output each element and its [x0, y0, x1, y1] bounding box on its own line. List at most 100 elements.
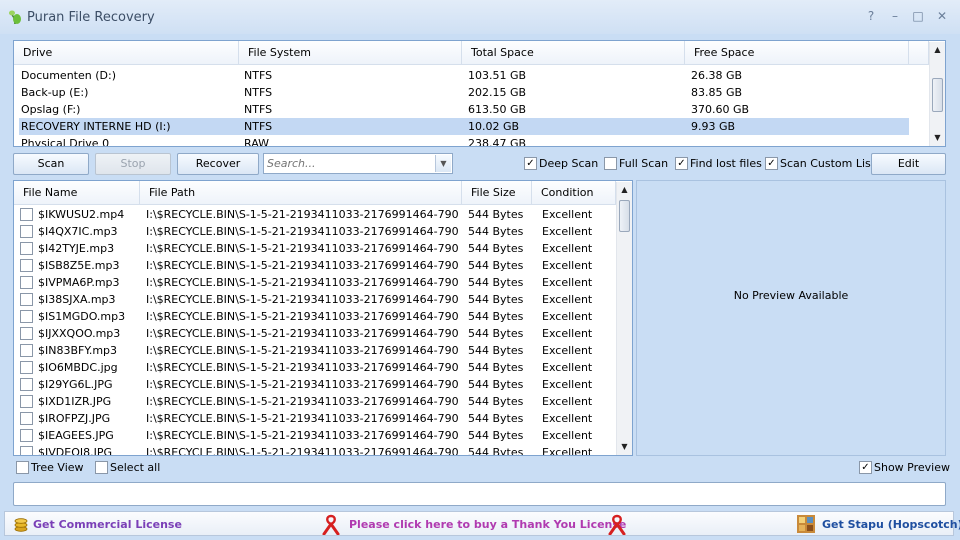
file-row[interactable]: $IS1MGDO.mp3 I:\$RECYCLE.BIN\S-1-5-21-219… [14, 308, 616, 325]
drive-total-space: 202.15 GB [468, 86, 527, 99]
find-lost-files-label[interactable]: Find lost files [690, 157, 762, 170]
file-row-checkbox[interactable] [20, 327, 33, 340]
file-row-checkbox[interactable] [20, 446, 33, 455]
scroll-down-arrow-icon[interactable]: ▼ [617, 439, 632, 454]
chevron-down-icon[interactable]: ▼ [435, 155, 451, 172]
full-scan-label[interactable]: Full Scan [619, 157, 668, 170]
select-all-checkbox[interactable] [95, 461, 108, 474]
file-row[interactable]: $IVDEOI8.JPG I:\$RECYCLE.BIN\S-1-5-21-219… [14, 444, 616, 456]
tree-view-label[interactable]: Tree View [31, 461, 84, 474]
scroll-up-arrow-icon[interactable]: ▲ [617, 182, 632, 197]
file-name: $IVPMA6P.mp3 [38, 276, 120, 289]
drive-free-space: 26.38 GB [691, 69, 743, 82]
deep-scan-checkbox[interactable]: ✓ [524, 157, 537, 170]
file-row-checkbox[interactable] [20, 344, 33, 357]
file-name: $IN83BFY.mp3 [38, 344, 118, 357]
search-combobox[interactable]: ▼ [263, 153, 453, 174]
file-row[interactable]: $IXD1IZR.JPG I:\$RECYCLE.BIN\S-1-5-21-219… [14, 393, 616, 410]
scan-custom-list-checkbox[interactable]: ✓ [765, 157, 778, 170]
file-row-checkbox[interactable] [20, 276, 33, 289]
drive-row[interactable]: Physical Drive 0 RAW 238.47 GB [14, 135, 909, 147]
drive-total-space: 103.51 GB [468, 69, 527, 82]
show-preview-label[interactable]: Show Preview [874, 461, 950, 474]
help-button[interactable]: ? [863, 9, 879, 23]
file-row[interactable]: $I38SJXA.mp3 I:\$RECYCLE.BIN\S-1-5-21-219… [14, 291, 616, 308]
search-input[interactable] [267, 156, 432, 171]
scroll-thumb[interactable] [619, 200, 630, 232]
file-path: I:\$RECYCLE.BIN\S-1-5-21-2193411033-2176… [146, 395, 458, 408]
file-list-scrollbar[interactable]: ▲ ▼ [616, 182, 632, 455]
file-row-checkbox[interactable] [20, 361, 33, 374]
file-condition: Excellent [542, 446, 593, 456]
drive-row[interactable]: Opslag (F:) NTFS 613.50 GB 370.60 GB [14, 101, 909, 118]
show-preview-checkbox[interactable]: ✓ [859, 461, 872, 474]
file-row[interactable]: $I42TYJE.mp3 I:\$RECYCLE.BIN\S-1-5-21-219… [14, 240, 616, 257]
get-stapu-link[interactable]: Get Stapu (Hopscotch) [822, 518, 960, 531]
minimize-button[interactable]: – [887, 9, 903, 23]
file-row-checkbox[interactable] [20, 242, 33, 255]
file-row[interactable]: $IVPMA6P.mp3 I:\$RECYCLE.BIN\S-1-5-21-219… [14, 274, 616, 291]
free-space-column-header[interactable]: Free Space [685, 41, 909, 65]
drive-column-header[interactable]: Drive [14, 41, 239, 65]
file-row[interactable]: $IEAGEES.JPG I:\$RECYCLE.BIN\S-1-5-21-219… [14, 427, 616, 444]
scroll-down-arrow-icon[interactable]: ▼ [930, 130, 945, 145]
file-row-checkbox[interactable] [20, 310, 33, 323]
commercial-license-link[interactable]: Get Commercial License [33, 518, 182, 531]
file-condition: Excellent [542, 429, 593, 442]
tree-view-checkbox[interactable] [16, 461, 29, 474]
file-row[interactable]: $IJXXQOO.mp3 I:\$RECYCLE.BIN\S-1-5-21-219… [14, 325, 616, 342]
file-row[interactable]: $I29YG6L.JPG I:\$RECYCLE.BIN\S-1-5-21-219… [14, 376, 616, 393]
drive-total-space: 613.50 GB [468, 103, 527, 116]
file-row-checkbox[interactable] [20, 395, 33, 408]
drive-list[interactable]: Drive File System Total Space Free Space… [13, 40, 946, 147]
drive-filesystem: NTFS [244, 86, 273, 99]
file-size: 544 Bytes [468, 344, 524, 357]
file-size-column-header[interactable]: File Size [462, 181, 532, 205]
scroll-thumb[interactable] [932, 78, 943, 112]
thank-you-license-link[interactable]: Please click here to buy a Thank You Lic… [349, 518, 626, 531]
scroll-up-arrow-icon[interactable]: ▲ [930, 42, 945, 57]
total-space-column-header[interactable]: Total Space [462, 41, 685, 65]
file-row[interactable]: $IN83BFY.mp3 I:\$RECYCLE.BIN\S-1-5-21-219… [14, 342, 616, 359]
file-name-column-header[interactable]: File Name [14, 181, 140, 205]
scan-custom-list-label[interactable]: Scan Custom List [780, 157, 875, 170]
file-condition: Excellent [542, 361, 593, 374]
file-row-checkbox[interactable] [20, 293, 33, 306]
drive-name: Physical Drive 0 [21, 137, 110, 147]
file-row[interactable]: $I4QX7IC.mp3 I:\$RECYCLE.BIN\S-1-5-21-219… [14, 223, 616, 240]
file-path: I:\$RECYCLE.BIN\S-1-5-21-2193411033-2176… [146, 310, 458, 323]
full-scan-checkbox[interactable] [604, 157, 617, 170]
maximize-button[interactable]: □ [910, 9, 926, 23]
recover-button[interactable]: Recover [177, 153, 259, 175]
file-row[interactable]: $IKWUSU2.mp4 I:\$RECYCLE.BIN\S-1-5-21-219… [14, 206, 616, 223]
close-button[interactable]: ✕ [934, 9, 950, 23]
stop-button[interactable]: Stop [95, 153, 171, 175]
file-row-checkbox[interactable] [20, 378, 33, 391]
scan-button[interactable]: Scan [13, 153, 89, 175]
file-row-checkbox[interactable] [20, 429, 33, 442]
drive-free-space: 9.93 GB [691, 120, 736, 133]
file-row[interactable]: $ISB8Z5E.mp3 I:\$RECYCLE.BIN\S-1-5-21-219… [14, 257, 616, 274]
file-row-checkbox[interactable] [20, 259, 33, 272]
find-lost-files-checkbox[interactable]: ✓ [675, 157, 688, 170]
file-path-column-header[interactable]: File Path [140, 181, 462, 205]
file-path: I:\$RECYCLE.BIN\S-1-5-21-2193411033-2176… [146, 412, 458, 425]
file-row-checkbox[interactable] [20, 225, 33, 238]
drive-row[interactable]: Back-up (E:) NTFS 202.15 GB 83.85 GB [14, 84, 909, 101]
file-row[interactable]: $IROFPZJ.JPG I:\$RECYCLE.BIN\S-1-5-21-219… [14, 410, 616, 427]
file-size: 544 Bytes [468, 225, 524, 238]
edit-button[interactable]: Edit [871, 153, 946, 175]
file-row-checkbox[interactable] [20, 208, 33, 221]
select-all-label[interactable]: Select all [110, 461, 160, 474]
condition-column-header[interactable]: Condition [532, 181, 616, 205]
drive-list-scrollbar[interactable]: ▲ ▼ [929, 42, 945, 146]
drive-row[interactable]: RECOVERY INTERNE HD (I:) NTFS 10.02 GB 9.93… [19, 118, 909, 135]
drive-name: Opslag (F:) [21, 103, 81, 116]
file-list[interactable]: File Name File Path File Size Condition … [13, 180, 633, 456]
filesystem-column-header[interactable]: File System [239, 41, 462, 65]
deep-scan-label[interactable]: Deep Scan [539, 157, 598, 170]
file-row-checkbox[interactable] [20, 412, 33, 425]
file-row[interactable]: $IO6MBDC.jpg I:\$RECYCLE.BIN\S-1-5-21-219… [14, 359, 616, 376]
drive-row[interactable]: Documenten (D:) NTFS 103.51 GB 26.38 GB [14, 67, 909, 84]
file-size: 544 Bytes [468, 293, 524, 306]
